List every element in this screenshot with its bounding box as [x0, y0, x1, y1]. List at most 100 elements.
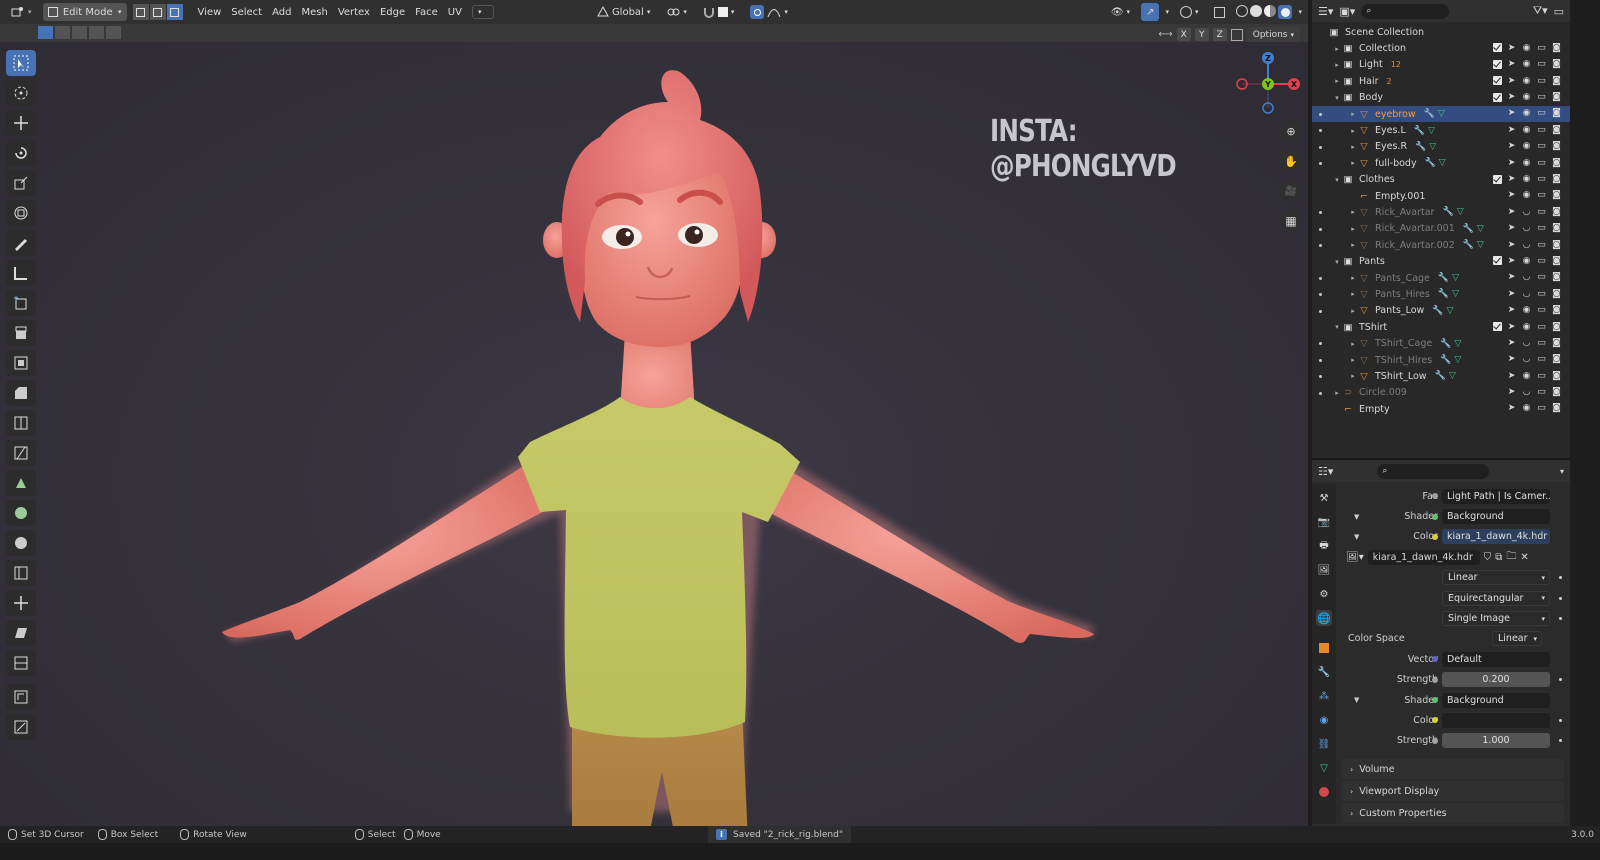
- shrink-fatten-tool[interactable]: [6, 590, 36, 616]
- exclude-checkbox[interactable]: [1493, 174, 1502, 184]
- camera-icon[interactable]: ◙: [1551, 206, 1562, 217]
- move-tool[interactable]: [6, 110, 36, 136]
- tab-tool[interactable]: ⚒: [1316, 490, 1332, 506]
- disclosure-triangle-icon[interactable]: ▾: [1332, 258, 1342, 266]
- edit-mode-dot-icon[interactable]: [1319, 227, 1322, 231]
- tab-physics[interactable]: ◉: [1316, 712, 1332, 728]
- extrude-tool[interactable]: [6, 320, 36, 346]
- status-report[interactable]: i Saved "2_rick_rig.blend": [708, 826, 851, 843]
- selectable-arrow-icon[interactable]: ➤: [1506, 354, 1517, 365]
- selectable-arrow-icon[interactable]: ➤: [1506, 59, 1517, 70]
- outliner-row[interactable]: ▸ ▽ TShirt_Hires 🔧 ▽ ➤ ◡ ▭ ◙: [1312, 352, 1570, 368]
- disclosure-triangle-icon[interactable]: ▸: [1348, 143, 1358, 151]
- eye-icon[interactable]: ◉: [1521, 321, 1532, 332]
- options-dropdown[interactable]: Options ▾: [1246, 27, 1300, 42]
- poly-build-tool[interactable]: [6, 470, 36, 496]
- monitor-icon[interactable]: ▭: [1536, 157, 1547, 168]
- selectable-arrow-icon[interactable]: ➤: [1506, 337, 1517, 348]
- selectable-arrow-icon[interactable]: ➤: [1506, 272, 1517, 283]
- camera-view-button[interactable]: 🎥: [1280, 180, 1302, 202]
- fac-link-field[interactable]: Light Path | Is Camer...: [1442, 488, 1550, 504]
- object-data-tool[interactable]: [6, 714, 36, 740]
- keyframe-dot-icon[interactable]: [1559, 576, 1562, 580]
- camera-icon[interactable]: ◙: [1551, 223, 1562, 234]
- auto-merge-icon[interactable]: [1230, 28, 1243, 41]
- vector-link-field[interactable]: Default: [1442, 651, 1550, 667]
- edit-mode-dot-icon[interactable]: [1319, 309, 1322, 313]
- edge-select-button[interactable]: [149, 4, 166, 20]
- modifier-wrench-icon[interactable]: 🔧: [1438, 289, 1449, 299]
- disclosure-triangle-icon[interactable]: ▸: [1348, 159, 1358, 167]
- add-cube-tool[interactable]: [6, 290, 36, 316]
- keyframe-dot-icon[interactable]: [1559, 678, 1562, 682]
- eye-icon[interactable]: ◉: [1521, 141, 1532, 152]
- edit-mode-dot-icon[interactable]: [1319, 276, 1322, 280]
- disclosure-triangle-icon[interactable]: ▸: [1348, 340, 1358, 348]
- modifier-wrench-icon[interactable]: 🔧: [1414, 126, 1425, 136]
- outliner-row[interactable]: ▸ ▽ Pants_Hires 🔧 ▽ ➤ ◡ ▭ ◙: [1312, 286, 1570, 302]
- mesh-data-icon[interactable]: ▽: [1454, 355, 1461, 365]
- menu-view[interactable]: View: [194, 7, 226, 18]
- camera-icon[interactable]: ◙: [1551, 42, 1562, 53]
- camera-icon[interactable]: ◙: [1551, 239, 1562, 250]
- shear-tool[interactable]: [6, 620, 36, 646]
- loop-cut-tool[interactable]: [6, 410, 36, 436]
- selectable-arrow-icon[interactable]: ➤: [1506, 124, 1517, 135]
- select-box-tool[interactable]: [6, 50, 36, 76]
- transform-tool[interactable]: [6, 200, 36, 226]
- camera-icon[interactable]: ◙: [1551, 354, 1562, 365]
- selectable-arrow-icon[interactable]: ➤: [1506, 141, 1517, 152]
- shader2-link-field[interactable]: Background: [1442, 692, 1550, 708]
- outliner-row-scene-collection[interactable]: ▣ Scene Collection: [1312, 24, 1570, 40]
- image-name-field[interactable]: kiara_1_dawn_4k.hdr: [1367, 549, 1480, 565]
- disclosure-triangle-icon[interactable]: ▸: [1348, 372, 1358, 380]
- disclosure-triangle-icon[interactable]: ▸: [1332, 61, 1342, 69]
- selectable-arrow-icon[interactable]: ➤: [1506, 288, 1517, 299]
- mesh-data-icon[interactable]: ▽: [1428, 126, 1435, 136]
- display-mode-icon[interactable]: ▣▾: [1339, 5, 1355, 18]
- menu-mesh[interactable]: Mesh: [297, 7, 331, 18]
- camera-icon[interactable]: ◙: [1551, 75, 1562, 86]
- edge-slide-tool[interactable]: [6, 560, 36, 586]
- outliner-row[interactable]: ▸ ▽ Eyes.L 🔧 ▽ ➤ ◉ ▭ ◙: [1312, 122, 1570, 138]
- mesh-data-icon[interactable]: ▽: [1452, 273, 1459, 283]
- image-browse-icon[interactable]: 🖼▾: [1346, 552, 1364, 563]
- mesh-data-icon[interactable]: ▽: [1454, 339, 1461, 349]
- selectable-arrow-icon[interactable]: ➤: [1506, 387, 1517, 398]
- mesh-data-icon[interactable]: ▽: [1439, 158, 1446, 168]
- disclosure-triangle-icon[interactable]: ▸: [1332, 389, 1342, 397]
- monitor-icon[interactable]: ▭: [1536, 190, 1547, 201]
- modifier-tool[interactable]: [6, 684, 36, 710]
- close-icon[interactable]: ✕: [1520, 552, 1528, 563]
- properties-search-input[interactable]: ⌕: [1377, 463, 1490, 479]
- exclude-checkbox[interactable]: [1493, 76, 1502, 86]
- tab-object[interactable]: [1316, 640, 1332, 656]
- monitor-icon[interactable]: ▭: [1536, 337, 1547, 348]
- eye-icon[interactable]: ◉: [1521, 174, 1532, 185]
- inset-tool[interactable]: [6, 350, 36, 376]
- monitor-icon[interactable]: ▭: [1536, 370, 1547, 381]
- material-shading-icon[interactable]: [1264, 5, 1277, 17]
- edit-mode-dot-icon[interactable]: [1319, 145, 1322, 149]
- tab-view-layer[interactable]: 🖼: [1316, 562, 1332, 578]
- modifier-wrench-icon[interactable]: 🔧: [1415, 142, 1426, 152]
- exclude-checkbox[interactable]: [1493, 92, 1502, 102]
- selectable-arrow-icon[interactable]: ➤: [1506, 190, 1517, 201]
- select-invert-button[interactable]: [89, 26, 104, 39]
- outliner-row[interactable]: ▸ ▽ Pants_Cage 🔧 ▽ ➤ ◡ ▭ ◙: [1312, 270, 1570, 286]
- mesh-data-icon[interactable]: ▽: [1449, 371, 1456, 381]
- modifier-wrench-icon[interactable]: 🔧: [1463, 240, 1474, 250]
- selectable-arrow-icon[interactable]: ➤: [1506, 174, 1517, 185]
- mesh-data-icon[interactable]: ▽: [1452, 289, 1459, 299]
- pivot-point-button[interactable]: ▾: [661, 3, 692, 21]
- tab-particles[interactable]: ⁂: [1316, 688, 1332, 704]
- modifier-wrench-icon[interactable]: 🔧: [1425, 158, 1436, 168]
- monitor-icon[interactable]: ▭: [1536, 305, 1547, 316]
- zoom-button[interactable]: ⊕: [1280, 120, 1302, 142]
- outliner-editor-icon[interactable]: ☰▾: [1318, 5, 1333, 18]
- tab-modifiers[interactable]: 🔧: [1316, 664, 1332, 680]
- monitor-icon[interactable]: ▭: [1536, 239, 1547, 250]
- select-subtract-button[interactable]: [72, 26, 87, 39]
- menu-uv[interactable]: UV: [444, 7, 466, 18]
- editor-type-button[interactable]: ▾: [6, 3, 37, 21]
